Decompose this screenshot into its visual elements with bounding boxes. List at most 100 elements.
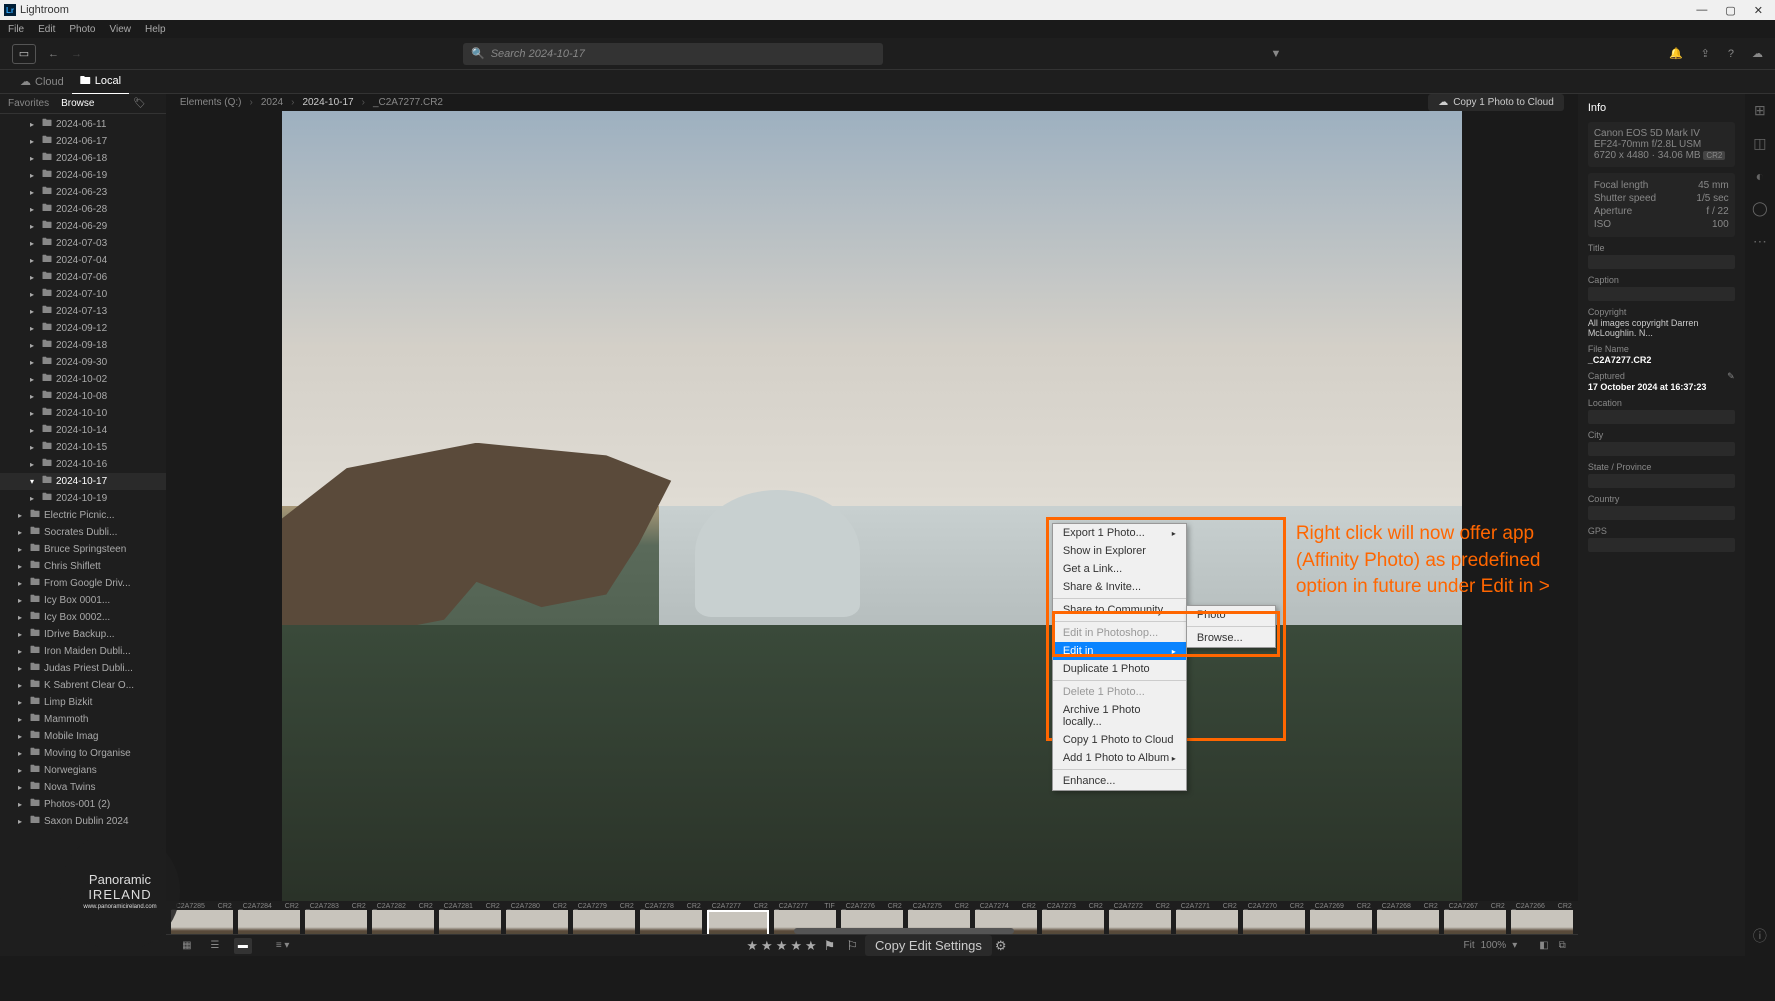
tab-cloud[interactable]: ☁ Cloud <box>12 73 72 90</box>
thumbnail[interactable]: _C2A7273CR2 <box>1041 903 1105 934</box>
search-input[interactable]: 🔍 Search 2024-10-17 <box>463 43 883 65</box>
thumbnail[interactable]: _C2A7284CR2 <box>237 903 301 934</box>
breadcrumb-file[interactable]: _C2A7277.CR2 <box>373 97 443 108</box>
folder-item[interactable]: ▸🖿Electric Picnic... <box>0 507 166 524</box>
folder-item[interactable]: ▸🖿Judas Priest Dubli... <box>0 660 166 677</box>
folder-2024-10-14[interactable]: ▸🖿2024-10-14 <box>0 422 166 439</box>
flag-pick-icon[interactable]: ⚑ <box>824 938 836 954</box>
copy-edit-settings-button[interactable]: Copy Edit Settings <box>865 935 992 956</box>
menu-file[interactable]: File <box>8 24 24 35</box>
ctx-share-invite[interactable]: Share & Invite... <box>1053 578 1186 596</box>
thumbnail[interactable]: _C2A7269CR2 <box>1309 903 1373 934</box>
thumbnail[interactable]: _C2A7271CR2 <box>1175 903 1239 934</box>
thumbnail[interactable]: _C2A7279CR2 <box>572 903 636 934</box>
folder-item[interactable]: ▸🖿Saxon Dublin 2024 <box>0 813 166 830</box>
thumbnail[interactable]: _C2A7277CR2★★★★★ <box>706 903 770 934</box>
folder-item[interactable]: ▸🖿Nova Twins <box>0 779 166 796</box>
back-icon[interactable]: ← <box>48 48 59 60</box>
bell-icon[interactable]: 🔔 <box>1669 47 1683 60</box>
folder-2024-06-17[interactable]: ▸🖿2024-06-17 <box>0 133 166 150</box>
grid-view-icon[interactable]: ▦ <box>178 938 196 954</box>
ctx-add-album[interactable]: Add 1 Photo to Album▸ <box>1053 749 1186 767</box>
folder-2024-06-29[interactable]: ▸🖿2024-06-29 <box>0 218 166 235</box>
info-city-input[interactable] <box>1588 442 1735 456</box>
gear-icon[interactable]: ⚙ <box>995 938 1007 954</box>
folder-2024-09-30[interactable]: ▸🖿2024-09-30 <box>0 354 166 371</box>
folder-2024-10-02[interactable]: ▸🖿2024-10-02 <box>0 371 166 388</box>
maximize-icon[interactable]: ▢ <box>1725 4 1735 17</box>
folder-item[interactable]: ▸🖿From Google Driv... <box>0 575 166 592</box>
folder-item[interactable]: ▸🖿Moving to Organise <box>0 745 166 762</box>
folder-2024-07-10[interactable]: ▸🖿2024-07-10 <box>0 286 166 303</box>
star-icon[interactable]: ★ <box>790 938 802 954</box>
folder-item[interactable]: ▸🖿Mobile Imag <box>0 728 166 745</box>
folder-2024-09-18[interactable]: ▸🖿2024-09-18 <box>0 337 166 354</box>
help-icon[interactable]: ? <box>1728 48 1734 60</box>
tab-favorites[interactable]: Favorites <box>8 98 49 109</box>
folder-2024-06-18[interactable]: ▸🖿2024-06-18 <box>0 150 166 167</box>
folder-item[interactable]: ▸🖿Photos-001 (2) <box>0 796 166 813</box>
close-icon[interactable]: ✕ <box>1754 4 1763 17</box>
ctx-export[interactable]: Export 1 Photo...▸ <box>1053 524 1186 542</box>
cloud-icon[interactable]: ☁ <box>1752 47 1763 60</box>
folder-2024-07-04[interactable]: ▸🖿2024-07-04 <box>0 252 166 269</box>
zoom-fit[interactable]: Fit <box>1464 940 1475 951</box>
folder-2024-07-13[interactable]: ▸🖿2024-07-13 <box>0 303 166 320</box>
ctx-share-community[interactable]: Share to Community... <box>1053 601 1186 619</box>
ctx-copy-cloud[interactable]: Copy 1 Photo to Cloud <box>1053 731 1186 749</box>
folder-item[interactable]: ▸🖿K Sabrent Clear O... <box>0 677 166 694</box>
photo-preview[interactable] <box>282 111 1462 901</box>
thumbnail[interactable]: _C2A7281CR2 <box>438 903 502 934</box>
more-icon[interactable]: ⋯ <box>1753 233 1767 250</box>
column-view-icon[interactable]: ☰ <box>206 938 224 954</box>
submenu-photo[interactable]: Photo <box>1187 606 1275 624</box>
mask-icon[interactable]: ◯ <box>1752 200 1768 217</box>
folder-2024-10-08[interactable]: ▸🖿2024-10-08 <box>0 388 166 405</box>
menu-help[interactable]: Help <box>145 24 166 35</box>
ctx-edit-photoshop[interactable]: Edit in Photoshop... <box>1053 624 1186 642</box>
before-after-icon[interactable]: ⧉ <box>1559 940 1566 951</box>
folder-item[interactable]: ▸🖿Icy Box 0001... <box>0 592 166 609</box>
ctx-edit-in[interactable]: Edit in▸ <box>1053 642 1186 660</box>
thumbnail[interactable]: _C2A7278CR2 <box>639 903 703 934</box>
thumbnail[interactable]: _C2A7266CR2★★★★★ <box>1510 903 1574 934</box>
copy-to-cloud-button[interactable]: ☁ Copy 1 Photo to Cloud <box>1428 94 1564 111</box>
crop-icon[interactable]: ◫ <box>1753 135 1766 152</box>
edit-tools-icon[interactable]: ⊞ <box>1754 102 1766 119</box>
info-caption-input[interactable] <box>1588 287 1735 301</box>
chevron-down-icon[interactable]: ▾ <box>1512 940 1517 951</box>
home-icon[interactable]: ▭ <box>12 44 36 64</box>
folder-item[interactable]: ▸🖿Icy Box 0002... <box>0 609 166 626</box>
sort-icon[interactable]: ≡ ▾ <box>276 940 290 951</box>
tab-local[interactable]: 🖿 Local <box>72 70 129 94</box>
compare-icon[interactable]: ◧ <box>1539 940 1548 951</box>
folder-item[interactable]: ▸🖿IDrive Backup... <box>0 626 166 643</box>
filter-icon[interactable]: ▼ <box>1264 44 1288 64</box>
ctx-duplicate[interactable]: Duplicate 1 Photo <box>1053 660 1186 678</box>
folder-2024-10-16[interactable]: ▸🖿2024-10-16 <box>0 456 166 473</box>
folder-2024-10-10[interactable]: ▸🖿2024-10-10 <box>0 405 166 422</box>
folder-2024-06-11[interactable]: ▸🖿2024-06-11 <box>0 116 166 133</box>
menu-photo[interactable]: Photo <box>69 24 95 35</box>
folder-2024-10-17[interactable]: ▾🖿2024-10-17 <box>0 473 166 490</box>
folder-2024-07-06[interactable]: ▸🖿2024-07-06 <box>0 269 166 286</box>
menu-view[interactable]: View <box>110 24 132 35</box>
flag-reject-icon[interactable]: ⚐ <box>846 938 858 954</box>
thumbnail[interactable]: _C2A7267CR2 <box>1443 903 1507 934</box>
breadcrumb-year[interactable]: 2024 <box>261 97 283 108</box>
star-icon[interactable]: ★ <box>776 938 788 954</box>
folder-item[interactable]: ▸🖿Bruce Springsteen <box>0 541 166 558</box>
folder-2024-10-15[interactable]: ▸🖿2024-10-15 <box>0 439 166 456</box>
ctx-delete[interactable]: Delete 1 Photo... <box>1053 683 1186 701</box>
ctx-archive[interactable]: Archive 1 Photo locally... <box>1053 701 1186 731</box>
thumbnail[interactable]: _C2A7272CR2 <box>1108 903 1172 934</box>
folder-item[interactable]: ▸🖿Mammoth <box>0 711 166 728</box>
star-icon[interactable]: ★ <box>805 938 817 954</box>
star-icon[interactable]: ★ <box>746 938 758 954</box>
heal-icon[interactable]: ◐ <box>1756 168 1764 184</box>
breadcrumb-date[interactable]: 2024-10-17 <box>302 97 353 108</box>
scrollbar[interactable] <box>794 928 1014 934</box>
info-country-input[interactable] <box>1588 506 1735 520</box>
ctx-enhance[interactable]: Enhance... <box>1053 772 1186 790</box>
thumbnail[interactable]: _C2A7270CR2 <box>1242 903 1306 934</box>
